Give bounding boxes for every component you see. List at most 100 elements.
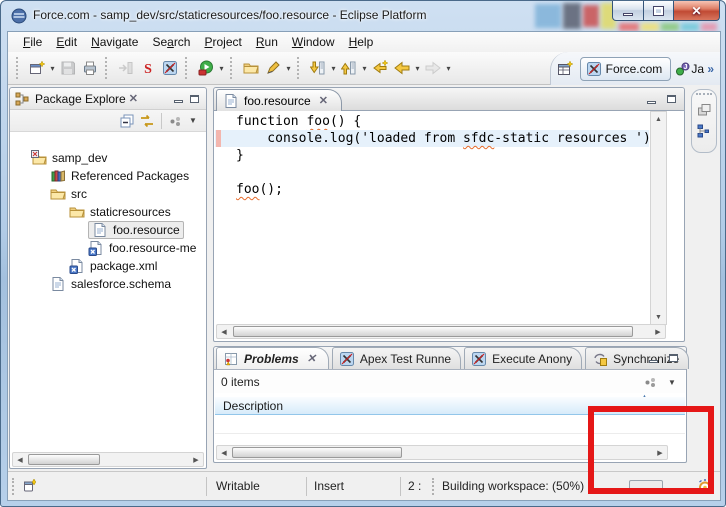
statusbar-drag-handle[interactable] [12, 478, 15, 495]
java-perspective-button[interactable]: J Ja [675, 61, 705, 77]
filters-button[interactable] [166, 111, 186, 131]
scroll-right-icon[interactable]: ▶ [651, 325, 665, 338]
tree-item-referenced-packages[interactable]: Referenced Packages [11, 167, 205, 185]
last-edit-location-button[interactable] [369, 57, 391, 79]
next-annotation-dropdown-icon[interactable]: ▾ [329, 64, 338, 73]
editor-vscrollbar[interactable]: ▲ ▼ [650, 111, 667, 325]
code-line-2[interactable]: console.log('loaded from sfdc-static res… [215, 130, 651, 147]
mark-occurrences-button[interactable] [262, 57, 284, 79]
sync-with-server-button[interactable] [115, 57, 137, 79]
scrollbar-thumb[interactable] [233, 326, 633, 337]
scrollbar-thumb[interactable] [232, 447, 402, 458]
menu-item-file[interactable]: File [16, 33, 49, 51]
editor-minimize-button[interactable] [643, 92, 659, 106]
code-editor[interactable]: function foo() { console.log('loaded fro… [215, 111, 651, 325]
open-resource-button[interactable] [240, 57, 262, 79]
next-annotation-button[interactable] [307, 57, 329, 79]
chevron-down-icon: ▼ [189, 116, 197, 125]
forward-dropdown-icon[interactable]: ▾ [444, 64, 453, 73]
package-explorer-close-icon[interactable]: ✕ [126, 92, 141, 105]
mark-occurrences-dropdown-icon[interactable]: ▾ [284, 64, 293, 73]
bottom-minimize-button[interactable] [645, 351, 661, 365]
tree-item-foo-resource-me[interactable]: foo.resource-me [11, 239, 205, 257]
tree-item-samp-dev[interactable]: samp_dev [11, 149, 205, 167]
code-line-5[interactable]: foo(); [215, 181, 649, 198]
problems-view-menu-button[interactable]: ▼ [665, 371, 679, 393]
tab-problems[interactable]: Problems ✕ [216, 347, 329, 369]
desktop-blur-blob [535, 4, 561, 28]
editor-maximize-button[interactable] [663, 92, 679, 106]
desktop-blur-blob [641, 23, 659, 31]
editor-tab-close-icon[interactable]: ✕ [316, 94, 331, 107]
tree-item-salesforce-schema[interactable]: salesforce.schema [11, 275, 205, 293]
package-explorer-maximize-button[interactable] [186, 92, 202, 106]
restore-button[interactable] [644, 1, 674, 21]
outline-view-icon[interactable] [696, 123, 712, 139]
force-ide-button[interactable] [159, 57, 181, 79]
run-dropdown-icon[interactable]: ▾ [217, 64, 226, 73]
tree-item-label: foo.resource [113, 223, 180, 237]
code-line-3[interactable]: } [215, 147, 649, 164]
main-toolbar: ▾ S ▾ ▾ ▾ ▾ ▾ ▾ Force.com J Ja » [8, 52, 720, 85]
link-with-editor-button[interactable] [137, 111, 157, 131]
tree-item-label: package.xml [90, 259, 158, 273]
fast-view-drag-handle[interactable] [696, 93, 712, 97]
open-perspective-button[interactable] [554, 58, 576, 80]
annotation-highlight-rectangle [588, 406, 714, 494]
window-title: Force.com - samp_dev/src/staticresources… [33, 8, 427, 22]
tree-item-foo-resource[interactable]: foo.resource [11, 221, 205, 239]
tab-execute-anony[interactable]: Execute Anony [464, 347, 583, 369]
new-wizard-button[interactable] [26, 57, 48, 79]
problems-filters-button[interactable] [640, 371, 662, 393]
package-explorer-hscrollbar[interactable]: ◀ ▶ [12, 452, 204, 467]
restore-view-icon[interactable] [696, 102, 712, 118]
collapse-all-button[interactable] [117, 111, 137, 131]
chevron-down-icon: ▼ [668, 377, 676, 387]
scroll-left-icon[interactable]: ◀ [217, 446, 231, 459]
scroll-left-icon[interactable]: ◀ [217, 325, 231, 338]
bottom-maximize-button[interactable] [665, 351, 681, 365]
menu-item-run[interactable]: Run [249, 33, 285, 51]
back-dropdown-icon[interactable]: ▾ [413, 64, 422, 73]
close-button[interactable]: ✕ [674, 1, 720, 21]
forcecom-perspective-button[interactable]: Force.com [579, 57, 672, 81]
menu-item-navigate[interactable]: Navigate [84, 33, 145, 51]
back-button[interactable] [391, 57, 413, 79]
forward-button[interactable] [422, 57, 444, 79]
tab-apex-test-runne[interactable]: Apex Test Runne [331, 347, 462, 369]
print-button[interactable] [79, 57, 101, 79]
menu-item-search[interactable]: Search [145, 33, 197, 51]
previous-annotation-button[interactable] [338, 57, 360, 79]
deploy-to-server-button[interactable]: S [137, 57, 159, 79]
problems-summary-row: 0 items ▼ [215, 371, 685, 393]
menu-item-help[interactable]: Help [342, 33, 381, 51]
menu-item-window[interactable]: Window [285, 33, 342, 51]
editor-hscrollbar[interactable]: ◀ ▶ [216, 324, 666, 339]
save-button[interactable] [57, 57, 79, 79]
scrollbar-thumb[interactable] [28, 454, 100, 465]
minimize-button[interactable] [612, 1, 644, 21]
scroll-left-icon[interactable]: ◀ [13, 453, 27, 466]
tree-item-staticresources[interactable]: staticresources [11, 203, 205, 221]
statusbar-drag-handle[interactable] [432, 478, 435, 495]
new-wizard-dropdown-icon[interactable]: ▾ [48, 64, 57, 73]
previous-annotation-dropdown-icon[interactable]: ▾ [360, 64, 369, 73]
scroll-down-icon[interactable]: ▼ [651, 310, 666, 324]
scroll-up-icon[interactable]: ▲ [651, 112, 666, 126]
code-line-4[interactable] [215, 164, 649, 181]
scroll-right-icon[interactable]: ▶ [189, 453, 203, 466]
code-line-1[interactable]: function foo() { [215, 113, 649, 130]
package-explorer-minimize-button[interactable] [170, 92, 186, 106]
run-button[interactable] [195, 57, 217, 79]
view-menu-button[interactable]: ▼ [186, 111, 200, 131]
editor-tab-foo-resource[interactable]: foo.resource ✕ [216, 89, 342, 111]
menu-item-project[interactable]: Project [197, 33, 248, 51]
toolbar-drag-handle[interactable] [16, 57, 20, 79]
tab-close-icon[interactable]: ✕ [304, 352, 319, 365]
toolbar-separator [230, 57, 234, 79]
tree-item-package-xml[interactable]: package.xml [11, 257, 205, 275]
toolbar-overflow-chevron[interactable]: » [707, 62, 714, 76]
fast-view-icon[interactable] [22, 478, 38, 494]
tree-item-src[interactable]: src [11, 185, 205, 203]
menu-item-edit[interactable]: Edit [49, 33, 84, 51]
